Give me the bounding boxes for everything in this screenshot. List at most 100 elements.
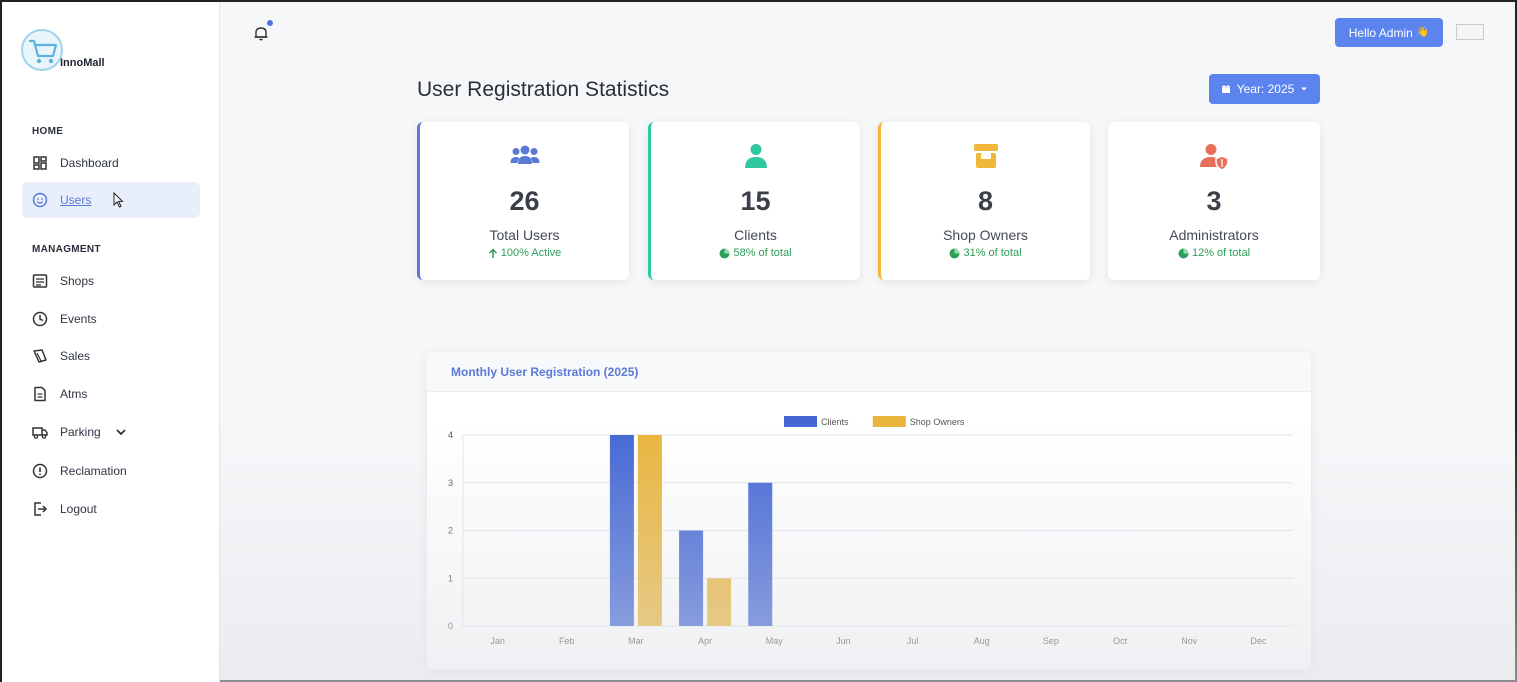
stat-value: 26 [509,186,540,216]
stat-subtext-label: 100% Active [500,247,562,259]
year-label: Year: 2025 [1236,82,1295,96]
sidebar-item-label: Parking [60,425,101,439]
alert-icon [32,463,48,479]
x-tick-label: Oct [1113,636,1128,646]
x-tick-label: Nov [1181,636,1198,646]
sidebar-item-dashboard[interactable]: Dashboard [22,145,200,181]
legend-label: Shop Owners [910,417,965,427]
y-tick-label: 4 [448,430,453,440]
users-group-icon [420,140,629,172]
x-tick-label: May [766,636,784,646]
user-icon [651,140,860,172]
sidebar-item-label: Dashboard [60,156,119,170]
tag-icon [32,348,48,364]
y-tick-label: 2 [448,526,453,536]
sidebar-item-atms[interactable]: Atms [22,376,200,412]
section-label-management: MANAGMENT [32,244,101,255]
bar-shop-owners-mar [637,435,662,626]
pie-chart-icon [949,248,960,258]
sidebar-item-reclamation[interactable]: Reclamation [22,453,200,489]
x-tick-label: Dec [1250,636,1267,646]
stat-value: 3 [1206,186,1222,216]
sidebar: InnoMall HOME Dashboard Users MANAGMENT … [2,2,220,682]
bar-chart: 0 1 2 3 4 Jan Feb Mar Apr May Jun Jul Aug Sep Oct Nov De… [448,416,1293,646]
bar-clients-apr [679,530,704,626]
bar-shop-owners-apr [707,578,732,626]
caret-down-icon [1301,87,1308,91]
x-tick-label: Jul [907,636,919,646]
users-icon [32,192,48,208]
clock-icon [32,311,48,327]
x-tick-label: Feb [559,636,575,646]
sidebar-item-label: Events [60,312,97,326]
cart-logo-icon [21,29,63,71]
sidebar-item-label: Shops [60,274,95,288]
sidebar-item-events[interactable]: Events [22,301,200,337]
sidebar-item-label: Users [60,193,92,207]
stat-value: 8 [977,186,994,216]
avatar[interactable] [1456,24,1484,40]
dashboard-icon [32,155,48,171]
x-tick-label: Jan [490,636,505,646]
stat-card-clients: 15 Clients 58% of total [648,122,860,280]
stat-label: Shop Owners [943,227,1028,243]
admin-shield-icon [1108,140,1320,172]
sidebar-item-label: Reclamation [60,464,127,478]
section-label-home: HOME [32,126,64,137]
sidebar-item-parking[interactable]: Parking [22,414,200,450]
wave-icon: 👋 [1416,27,1430,38]
legend-swatch [872,416,906,427]
stat-value: 15 [740,186,771,216]
legend-label: Clients [821,417,849,427]
stat-subtext-label: 31% of total [963,247,1022,259]
x-tick-label: Jun [836,636,851,646]
notification-dot [267,20,273,26]
stat-card-total-users: 26 Total Users 100% Active [417,122,629,280]
arrow-up-icon [488,247,497,258]
sidebar-item-label: Atms [60,387,88,401]
x-tick-label: Aug [974,636,990,646]
brand-name: InnoMall [60,57,105,69]
stat-card-administrators: 3 Administrators 12% of total [1108,122,1320,280]
stat-subtext: 58% of total [651,247,860,259]
document-icon [32,386,48,402]
calendar-icon [1221,85,1230,93]
stat-label: Administrators [1169,227,1259,243]
sidebar-item-users[interactable]: Users [22,182,200,218]
y-tick-label: 3 [448,478,453,488]
sidebar-item-label: Logout [60,502,97,516]
x-tick-label: Sep [1043,636,1059,646]
pie-chart-icon [719,248,730,258]
x-tick-label: Apr [698,636,712,646]
year-dropdown-button[interactable]: Year: 2025 [1209,74,1320,104]
page-title: User Registration Statistics [417,78,670,101]
stat-subtext-label: 12% of total [1191,247,1251,259]
stat-subtext-label: 58% of total [733,247,792,259]
notification-bell-icon[interactable] [252,24,270,42]
y-tick-label: 1 [448,573,453,583]
stat-subtext: 12% of total [1108,247,1320,259]
hello-admin-label: Hello Admin [1348,25,1413,40]
list-icon [32,273,48,289]
mouse-cursor-icon [113,192,125,208]
bar-clients-may [748,482,773,626]
sidebar-item-logout[interactable]: Logout [22,491,200,527]
hello-admin-button[interactable]: Hello Admin 👋 [1335,18,1443,47]
brand-logo[interactable]: InnoMall [20,28,120,80]
bar-clients-mar [609,435,634,626]
stat-card-shop-owners: 8 Shop Owners 31% of total [878,122,1090,280]
y-tick-label: 0 [448,621,453,631]
pie-chart-icon [1178,248,1189,258]
stat-label: Clients [734,227,777,243]
x-tick-label: Mar [628,636,644,646]
store-icon [881,140,1090,172]
sidebar-item-label: Sales [60,349,91,363]
stat-subtext: 31% of total [881,247,1090,259]
legend-swatch [784,416,817,427]
sidebar-item-sales[interactable]: Sales [22,338,200,374]
truck-icon [32,424,48,440]
logout-icon [32,501,48,517]
sidebar-item-shops[interactable]: Shops [22,263,200,299]
monthly-registration-chart-panel: Monthly User Registration (2025) 0 1 2 3 4 Ja… [427,352,1311,670]
chevron-down-icon[interactable] [115,426,127,438]
